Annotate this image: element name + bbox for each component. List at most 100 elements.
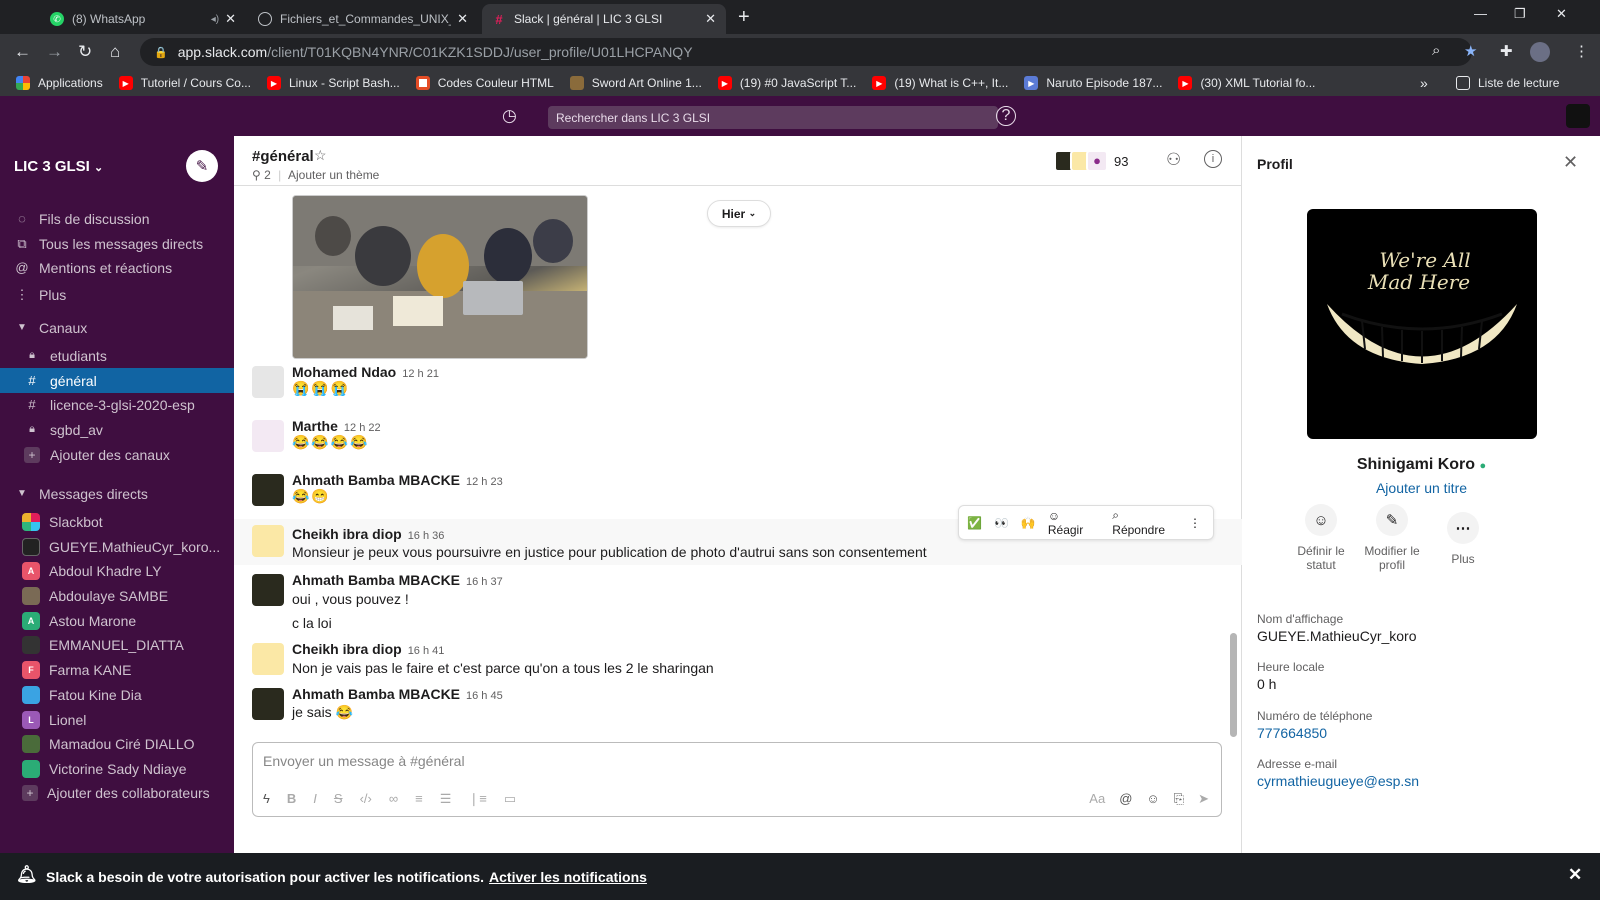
info-icon[interactable]: i [1204, 150, 1222, 168]
tab-whatsapp[interactable]: ✆ (8) WhatsApp ◂) ✕ [40, 4, 246, 34]
new-tab-icon[interactable]: + [738, 6, 750, 29]
star-icon[interactable]: ☆ [314, 147, 327, 164]
bookmark-item[interactable]: Sword Art Online 1... [569, 76, 702, 90]
link-icon[interactable]: ∞ [389, 791, 398, 807]
author[interactable]: Mohamed Ndao 12 h 21 [292, 364, 439, 380]
author-name[interactable]: Ahmath Bamba MBACKE [292, 686, 460, 702]
dm-item[interactable]: F Farma KANE [0, 657, 234, 682]
add-channels-button[interactable]: + Ajouter des canaux [0, 442, 234, 467]
ordered-list-icon[interactable]: ≡ [415, 791, 423, 807]
enable-notifications-link[interactable]: Activer les notifications [489, 869, 647, 885]
author[interactable]: Cheikh ibra diop 16 h 41 [292, 641, 444, 657]
text-format-icon[interactable]: Aa [1089, 791, 1105, 807]
author[interactable]: Ahmath Bamba MBACKE 12 h 23 [292, 472, 503, 488]
more-bookmarks-icon[interactable]: » [1420, 75, 1428, 91]
timestamp[interactable]: 12 h 23 [466, 476, 503, 488]
tab-unix[interactable]: Fichiers_et_Commandes_UNIX_d ✕ [248, 4, 478, 34]
more-actions-icon[interactable]: ⋮ [1189, 516, 1201, 530]
reload-icon[interactable]: ↻ [78, 42, 92, 62]
author[interactable]: Cheikh ibra diop 16 h 36 [292, 526, 444, 542]
user-avatar[interactable] [1566, 104, 1590, 128]
shared-photo[interactable] [292, 195, 588, 359]
add-title-link[interactable]: Ajouter un titre [1243, 480, 1600, 496]
author-name[interactable]: Mohamed Ndao [292, 364, 396, 380]
react-button[interactable]: ☺ Réagir [1048, 509, 1100, 537]
author-avatar[interactable] [252, 420, 284, 452]
bookmark-item[interactable]: ▶ (19) #0 JavaScript T... [717, 76, 856, 90]
nav-all-dms[interactable]: ⧉ Tous les messages directs [0, 231, 234, 256]
close-icon[interactable]: ✕ [1563, 152, 1578, 173]
bullet-list-icon[interactable]: ☰ [440, 791, 452, 807]
phone-link[interactable]: 777664850 [1257, 725, 1327, 741]
zoom-icon[interactable]: ⌕ [1432, 42, 1440, 59]
date-divider[interactable]: Hier ⌄ [707, 200, 771, 227]
raised-hands-reaction-icon[interactable]: 🙌 [1021, 516, 1036, 530]
back-icon[interactable]: ← [14, 42, 31, 62]
add-topic-link[interactable]: Ajouter un thème [288, 168, 379, 182]
channel-sgbd[interactable]: 🔒︎ sgbd_av [0, 417, 234, 442]
emoji-icon[interactable]: ☺ [1146, 791, 1159, 807]
add-member-icon[interactable]: ⚇ [1166, 150, 1181, 170]
extensions-icon[interactable]: ✚ [1500, 42, 1513, 60]
forward-icon[interactable]: → [46, 42, 63, 62]
compose-button[interactable]: ✎ [186, 150, 218, 182]
timestamp[interactable]: 12 h 22 [344, 422, 381, 434]
pin-count[interactable]: 2 [264, 168, 271, 182]
add-collaborators-button[interactable]: + Ajouter des collaborateurs [0, 780, 234, 805]
history-icon[interactable]: ◷ [502, 106, 517, 126]
strike-icon[interactable]: S [334, 791, 343, 807]
dm-item[interactable]: L Lionel [0, 707, 234, 732]
bookmark-star-icon[interactable]: ★ [1464, 42, 1477, 60]
restore-icon[interactable]: ❐ [1514, 6, 1526, 22]
workspace-name[interactable]: LIC 3 GLSI ⌄ [14, 158, 103, 175]
home-icon[interactable]: ⌂ [110, 42, 120, 62]
author-avatar[interactable] [252, 366, 284, 398]
close-tab-icon[interactable]: ✕ [225, 11, 236, 27]
dm-item[interactable]: A Astou Marone [0, 608, 234, 633]
bookmark-item[interactable]: ▶ Tutoriel / Cours Co... [118, 76, 251, 90]
author[interactable]: Ahmath Bamba MBACKE 16 h 45 [292, 686, 503, 702]
timestamp[interactable]: 16 h 45 [466, 690, 503, 702]
channels-section-header[interactable]: ▼ Canaux [0, 315, 234, 340]
mention-icon[interactable]: @ [1119, 791, 1132, 807]
bookmark-item[interactable]: Applications [16, 76, 103, 90]
author-name[interactable]: Marthe [292, 418, 338, 434]
author-name[interactable]: Cheikh ibra diop [292, 641, 402, 657]
reading-list[interactable]: Liste de lecture [1456, 76, 1559, 90]
quote-icon[interactable]: ❘≡ [468, 791, 486, 807]
author-avatar[interactable] [252, 688, 284, 720]
author-avatar[interactable] [252, 525, 284, 557]
tab-slack[interactable]: # Slack | général | LIC 3 GLSI ✕ [482, 4, 726, 34]
dm-item[interactable]: Victorine Sady Ndiaye [0, 756, 234, 781]
send-icon[interactable]: ➤ [1198, 791, 1209, 807]
set-status-button[interactable]: ☺ Définir le statut [1281, 504, 1361, 572]
dm-item[interactable]: Fatou Kine Dia [0, 682, 234, 707]
channel-licence-3[interactable]: # licence-3-glsi-2020-esp [0, 392, 234, 417]
author[interactable]: Marthe 12 h 22 [292, 418, 381, 434]
channel-etudiants[interactable]: 🔒︎ etudiants [0, 343, 234, 368]
profile-more-button[interactable]: ⋯ Plus [1423, 512, 1503, 566]
author-avatar[interactable] [252, 574, 284, 606]
bookmark-item[interactable]: ▶ (19) What is C++, It... [872, 76, 1008, 90]
channel-general[interactable]: # général [0, 368, 234, 393]
bookmark-item[interactable]: Codes Couleur HTML [415, 76, 554, 90]
email-link[interactable]: cyrmathieugueye@esp.sn [1257, 773, 1419, 789]
scrollbar[interactable] [1230, 633, 1237, 737]
help-icon[interactable]: ? [996, 106, 1016, 126]
italic-icon[interactable]: I [313, 791, 317, 807]
bold-icon[interactable]: B [287, 791, 296, 807]
dm-item[interactable]: EMMANUEL_DIATTA [0, 632, 234, 657]
dm-item[interactable]: GUEYE.MathieuCyr_koro... [0, 534, 234, 559]
channel-title[interactable]: #général [252, 148, 314, 165]
author-name[interactable]: Cheikh ibra diop [292, 526, 402, 542]
browser-menu-icon[interactable]: ⋮ [1574, 42, 1589, 60]
close-tab-icon[interactable]: ✕ [705, 11, 716, 27]
timestamp[interactable]: 16 h 36 [408, 530, 445, 542]
minimize-icon[interactable]: — [1474, 6, 1487, 21]
dm-section-header[interactable]: ▼ Messages directs [0, 481, 234, 506]
nav-threads[interactable]: ◌ Fils de discussion [0, 206, 234, 231]
nav-more[interactable]: ⋮ Plus [0, 282, 234, 307]
author[interactable]: Ahmath Bamba MBACKE 16 h 37 [292, 572, 503, 588]
dm-item[interactable]: Slackbot [0, 509, 234, 534]
nav-mentions[interactable]: @ Mentions et réactions [0, 255, 234, 280]
